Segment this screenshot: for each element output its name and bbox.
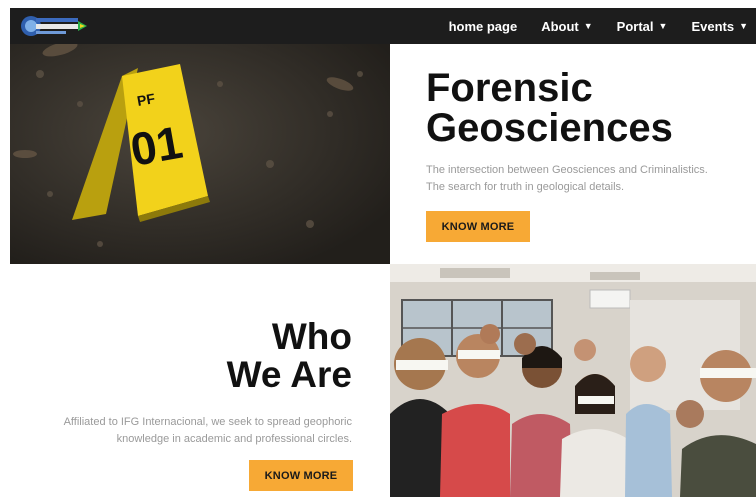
top-navbar: home page About ▼ Portal ▼ Events ▼ [10,8,756,44]
group-photo [390,264,756,497]
title-line-2: Geosciences [426,106,673,150]
nav-portal-label: Portal [616,18,654,34]
nav-home-label: home page [448,18,518,34]
main-menu: home page About ▼ Portal ▼ Events ▼ [449,8,748,44]
marker-text-top: PF [136,90,157,109]
evidence-marker-photo: PF 01 [10,44,390,264]
nav-home[interactable]: home page [449,19,518,34]
title-line-1: Forensic [426,66,593,110]
who-we-are-title: Who We Are [227,318,352,394]
chevron-down-icon: ▼ [739,21,748,31]
nav-portal[interactable]: Portal ▼ [617,19,668,34]
nav-events[interactable]: Events ▼ [691,19,748,34]
chevron-down-icon: ▼ [583,21,593,31]
who-description: Affiliated to IFG Internacional, we seek… [63,416,352,445]
marker-number: 01 [127,116,186,176]
nav-events-label: Events [691,18,735,34]
know-more-button-2[interactable]: KNOW MORE [249,460,353,491]
site-logo[interactable] [20,15,88,37]
chevron-down-icon: ▼ [658,21,668,31]
who-title-line-2: We Are [226,354,352,395]
nav-about[interactable]: About ▼ [541,19,592,34]
page-title: Forensic Geosciences [426,68,673,148]
who-title-line-1: Who [271,316,352,357]
nav-about-label: About [541,18,579,34]
know-more-button[interactable]: KNOW MORE [426,211,530,242]
hero-description: The intersection between Geosciences and… [426,164,708,193]
